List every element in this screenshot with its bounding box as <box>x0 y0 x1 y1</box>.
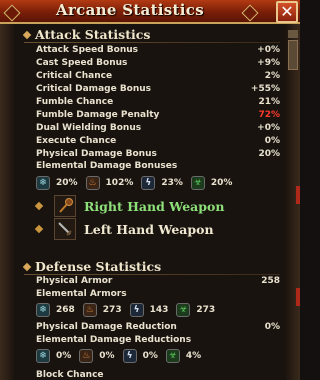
diamond-icon <box>22 262 32 271</box>
dagger-icon[interactable] <box>54 218 76 240</box>
elemental-reduction-row: ❄ 0% ♨ 0% ϟ 0% ☣ 4% <box>36 348 209 364</box>
close-icon: ✕ <box>280 2 294 21</box>
fire-icon: ♨ <box>85 176 100 190</box>
right-hand-weapon-row[interactable]: Right Hand Weapon <box>34 195 224 217</box>
cold-icon: ❄ <box>36 349 50 363</box>
diamond-icon <box>34 201 44 211</box>
cold-icon: ❄ <box>36 303 50 317</box>
stat-row: Physical Damage Reduction 0% <box>36 322 280 332</box>
left-hand-weapon-row[interactable]: Left Hand Weapon <box>34 218 214 240</box>
elemental-damage-label: Elemental Damage Bonuses <box>36 161 178 171</box>
title-bar: Arcane Statistics ✕ <box>0 0 300 24</box>
stats-panel[interactable]: Attack Statistics Attack Speed Bonus +0% … <box>14 24 286 380</box>
diamond-icon <box>22 30 32 39</box>
mace-icon[interactable] <box>54 195 76 217</box>
fire-icon: ♨ <box>82 303 97 317</box>
scroll-up-arrow[interactable] <box>288 30 298 38</box>
poison-icon: ☣ <box>165 349 180 363</box>
lightning-icon: ϟ <box>141 176 156 190</box>
stat-row: Physical Armor 258 <box>36 276 280 286</box>
stat-row: Critical Chance 2% <box>36 71 280 81</box>
section-divider <box>24 42 280 43</box>
lightning-icon: ϟ <box>129 303 144 317</box>
close-button[interactable]: ✕ <box>276 1 298 23</box>
poison-icon: ☣ <box>176 303 191 317</box>
defense-section-header: Defense Statistics <box>22 259 161 274</box>
stat-row: Fumble Chance 21% <box>36 97 280 107</box>
stat-row: Fumble Damage Penalty 72% <box>36 110 280 120</box>
side-tab-marker <box>296 186 300 204</box>
scrollbar-thumb[interactable] <box>288 40 298 70</box>
diamond-icon <box>34 224 44 234</box>
poison-icon: ☣ <box>190 176 205 190</box>
window-title: Arcane Statistics <box>56 1 204 19</box>
lightning-icon: ϟ <box>122 349 137 363</box>
fire-icon: ♨ <box>79 349 94 363</box>
stat-row: Execute Chance 0% <box>36 136 280 146</box>
left-border <box>0 24 14 380</box>
stat-row: Physical Damage Bonus 20% <box>36 149 280 159</box>
cold-icon: ❄ <box>36 176 50 190</box>
elemental-armor-row: ❄ 268 ♨ 273 ϟ 143 ☣ 273 <box>36 302 223 318</box>
section-divider <box>24 274 280 275</box>
elemental-reductions-label: Elemental Damage Reductions <box>36 335 192 345</box>
stat-row-cutoff: Block Chance <box>36 370 104 380</box>
elemental-armors-label: Elemental Armors <box>36 289 127 299</box>
stat-row: Cast Speed Bonus +9% <box>36 58 280 68</box>
attack-section-header: Attack Statistics <box>22 27 150 42</box>
side-tab-marker <box>296 288 300 306</box>
stat-row: Attack Speed Bonus +0% <box>36 45 280 55</box>
stat-row: Critical Damage Bonus +55% <box>36 84 280 94</box>
elemental-damage-row: ❄ 20% ♨ 102% ϟ 23% ☣ 20% <box>36 175 240 191</box>
stat-row: Dual Wielding Bonus +0% <box>36 123 280 133</box>
